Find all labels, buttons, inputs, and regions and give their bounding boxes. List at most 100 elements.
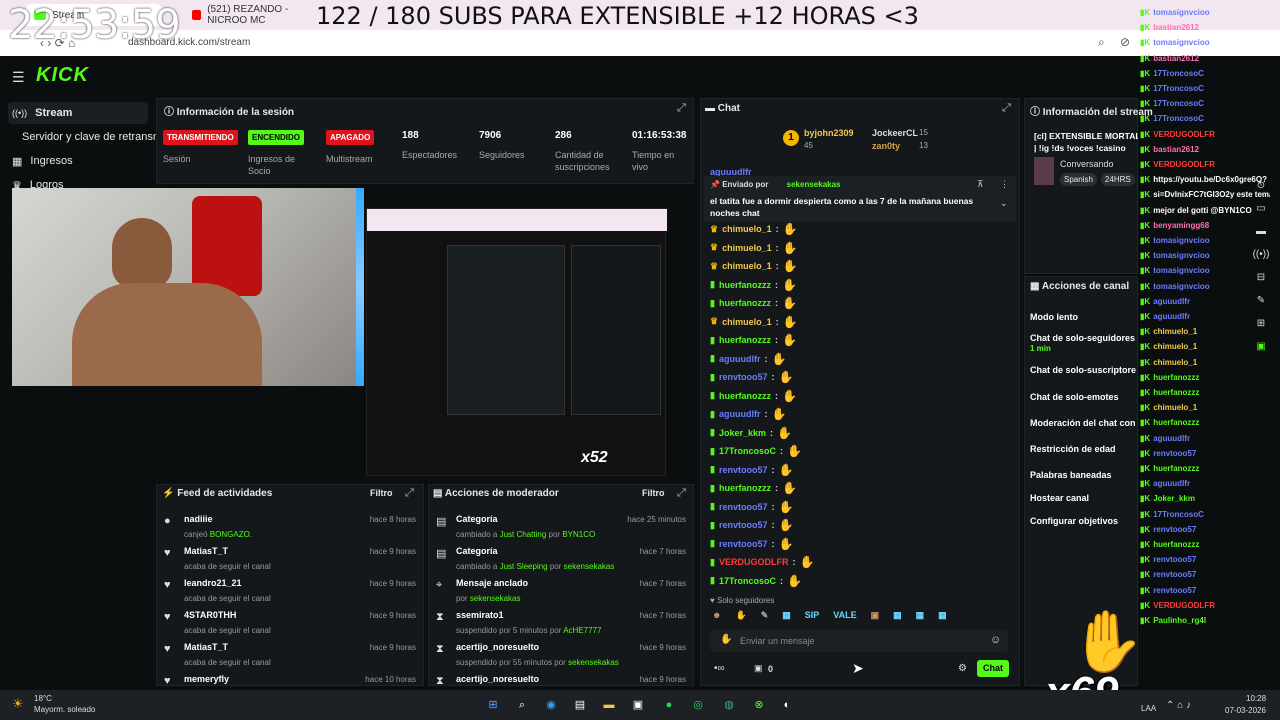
tool-icon[interactable]: ⊟ <box>1257 272 1265 283</box>
search-icon[interactable]: ⌕ <box>513 696 531 714</box>
emote[interactable]: ▦ <box>782 610 791 626</box>
more-icon[interactable]: ⋮ <box>1000 179 1009 190</box>
weather-temp[interactable]: 18°C <box>34 694 52 703</box>
tool-icon[interactable]: ▬ <box>1256 226 1266 237</box>
mod-row-name[interactable]: acertijo_noresuelto <box>456 642 539 652</box>
tag[interactable]: Spanish <box>1060 173 1097 186</box>
chrome-icon[interactable]: ◍ <box>720 696 738 714</box>
activity-name[interactable]: nadiiie <box>184 514 213 524</box>
chat-username[interactable]: renvtooo57 <box>719 520 768 530</box>
chat-username[interactable]: 17TroncosoC <box>719 446 776 456</box>
channel-action-item[interactable]: Chat de solo-seguidores <box>1030 333 1136 343</box>
activity-name[interactable]: MatiasT_T <box>184 642 228 652</box>
mod-sub-user[interactable]: sekensekakas <box>470 594 521 603</box>
tool-icon[interactable]: ✎ <box>1257 295 1265 306</box>
channel-action-item[interactable]: Moderación del chat con IA <box>1030 418 1136 428</box>
mod-sub-user[interactable]: sekensekakas <box>568 658 619 667</box>
chat-username[interactable]: renvtooo57 <box>719 539 768 549</box>
taskbar-time[interactable]: 10:28 <box>1246 694 1266 703</box>
emote[interactable]: ▦ <box>893 610 902 626</box>
whatsapp-icon[interactable]: ◎ <box>689 696 707 714</box>
chat-username[interactable]: huerfanozzz <box>719 391 771 401</box>
zoom-icon[interactable]: ⌕ <box>1098 35 1105 50</box>
emote[interactable]: ☻ <box>712 610 721 626</box>
emote[interactable]: ▦ <box>916 610 925 626</box>
sidebar-item-server-key[interactable]: Servidor y clave de retransm <box>18 126 158 148</box>
chat-username[interactable]: chimuelo_1 <box>722 317 772 327</box>
eye-off-icon[interactable]: ⊘ <box>1120 35 1130 49</box>
expand-icon[interactable]: ⤢ <box>677 487 686 500</box>
menu-icon[interactable]: ☰ <box>12 69 25 86</box>
tool-icon[interactable]: ▣ <box>1256 341 1265 352</box>
expand-icon[interactable]: ⤢ <box>1002 102 1011 115</box>
mod-sub-user[interactable]: AcHE7777 <box>563 626 601 635</box>
expand-icon[interactable]: ⤢ <box>405 487 414 500</box>
channel-action-item[interactable]: Hostear canal <box>1030 493 1136 503</box>
top-gifter-1-name[interactable]: byjohn2309 <box>804 128 854 138</box>
tool-icon[interactable]: ⊙ <box>1257 180 1265 191</box>
gift-icon[interactable]: ▣ <box>754 663 763 674</box>
channel-action-item[interactable]: Configurar objetivos <box>1030 516 1136 526</box>
chat-username[interactable]: 17TroncosoC <box>719 576 776 586</box>
taskbar-date[interactable]: 07-03-2026 <box>1225 706 1266 715</box>
tag[interactable]: 24HRS <box>1100 173 1135 186</box>
language-indicator[interactable]: LAA <box>1141 704 1156 713</box>
expand-icon[interactable]: ⤢ <box>677 102 686 115</box>
windows-start-icon[interactable]: ⊞ <box>484 696 502 714</box>
mod-row-name[interactable]: Categoría <box>456 546 498 556</box>
emote[interactable]: ▣ <box>871 610 880 626</box>
stream-category[interactable]: Conversando <box>1060 159 1114 169</box>
chat-username[interactable]: huerfanozzz <box>719 335 771 345</box>
chat-username[interactable]: aguuudlfr <box>719 409 761 419</box>
chat-username[interactable]: huerfanozzz <box>719 298 771 308</box>
folder-icon[interactable]: ▬ <box>600 696 618 714</box>
chat-username[interactable]: chimuelo_1 <box>722 224 772 234</box>
kick-logo[interactable]: KICK <box>36 64 89 87</box>
chat-username[interactable]: VERDUGODLFR <box>719 557 789 567</box>
tool-icon[interactable]: ▭ <box>1256 203 1265 214</box>
mod-sub-user[interactable]: BYN1CO <box>562 530 595 539</box>
channel-action-item[interactable]: Chat de solo-suscriptores <box>1030 365 1136 375</box>
tool-icon[interactable]: ⊞ <box>1257 318 1265 329</box>
chat-username[interactable]: renvtooo57 <box>719 502 768 512</box>
chat-username[interactable]: chimuelo_1 <box>722 243 772 253</box>
mod-row-name[interactable]: Categoría <box>456 514 498 524</box>
pinned-user[interactable]: sekensekakas <box>787 180 841 189</box>
emote[interactable]: ✎ <box>761 610 769 626</box>
mod-filter-button[interactable]: Filtro <box>642 488 665 498</box>
tray-icons[interactable]: ⌃ ⌂ ♪ <box>1166 700 1191 711</box>
settings-icon[interactable]: ⚙ <box>958 663 967 674</box>
chat-username[interactable]: huerfanozzz <box>719 280 771 290</box>
chat-send-button[interactable]: Chat <box>977 660 1009 677</box>
xbox-icon[interactable]: ⊗ <box>750 696 768 714</box>
mod-row-name[interactable]: Mensaje anclado <box>456 578 528 588</box>
activity-name[interactable]: leandro21_21 <box>184 578 242 588</box>
top-gifter-3-name[interactable]: zan0ty <box>872 141 900 151</box>
emote[interactable]: SIP <box>805 610 820 626</box>
chevron-down-icon[interactable]: ⌄ <box>1000 198 1008 209</box>
emote[interactable]: VALE <box>833 610 856 626</box>
mod-row-name[interactable]: ssemirato1 <box>456 610 504 620</box>
activity-name[interactable]: memeryfly <box>184 674 229 684</box>
chat-username[interactable]: chimuelo_1 <box>722 261 772 271</box>
store-icon[interactable]: ▤ <box>571 696 589 714</box>
unpin-icon[interactable]: ⊼ <box>977 179 984 190</box>
obs-icon[interactable]: ◐ <box>778 696 796 714</box>
mod-sub-user[interactable]: sekensekakas <box>564 562 615 571</box>
top-gifter-2-name[interactable]: JockeerCL <box>872 128 918 138</box>
channel-action-item[interactable]: Modo lento <box>1030 312 1136 322</box>
channel-action-item[interactable]: Chat de solo-emotes <box>1030 392 1136 402</box>
activity-name[interactable]: MatiasT_T <box>184 546 228 556</box>
chat-username[interactable]: renvtooo57 <box>719 372 768 382</box>
emote[interactable]: ✋ <box>735 610 746 626</box>
emote[interactable]: ▦ <box>938 610 947 626</box>
chat-username[interactable]: Joker_kkm <box>719 428 766 438</box>
feed-filter-button[interactable]: Filtro <box>370 488 393 498</box>
channel-action-item[interactable]: Restricción de edad <box>1030 444 1136 454</box>
weather-desc[interactable]: Mayorm. soleado <box>34 705 95 714</box>
mod-row-name[interactable]: acertijo_noresuelto <box>456 674 539 684</box>
sidebar-item-stream[interactable]: ((•)) Stream <box>8 102 148 124</box>
tab-youtube[interactable]: (521) REZANDO - NICROO MC <box>184 4 324 26</box>
chat-username[interactable]: renvtooo57 <box>719 465 768 475</box>
sidebar-item-income[interactable]: ▦ Ingresos <box>8 150 148 172</box>
